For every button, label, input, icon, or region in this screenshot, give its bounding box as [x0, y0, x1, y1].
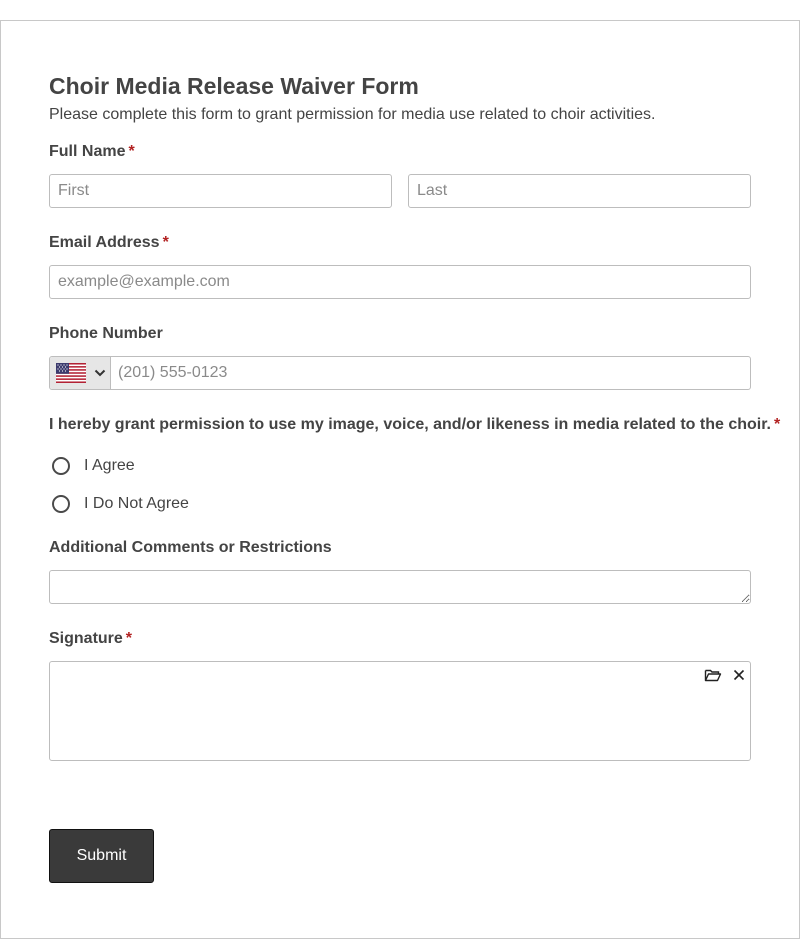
phone-input[interactable] — [110, 357, 750, 389]
email-label-text: Email Address — [49, 234, 160, 251]
phone-field — [49, 356, 751, 390]
signature-label-text: Signature — [49, 630, 123, 647]
us-flag-icon — [56, 363, 86, 383]
country-code-select[interactable] — [50, 357, 111, 389]
full-name-label: Full Name * — [49, 143, 135, 161]
permission-label-text: I hereby grant permission to use my imag… — [49, 416, 771, 433]
comments-label: Additional Comments or Restrictions — [49, 539, 332, 557]
radio-option-do-not-agree[interactable]: I Do Not Agree — [49, 492, 189, 516]
last-name-input[interactable] — [408, 174, 751, 208]
submit-button[interactable]: Submit — [49, 829, 154, 883]
radio-option-agree[interactable]: I Agree — [49, 454, 135, 478]
radio-button[interactable] — [52, 495, 70, 513]
phone-label: Phone Number — [49, 325, 163, 343]
signature-pad[interactable] — [49, 661, 751, 761]
email-label: Email Address * — [49, 234, 169, 252]
form-title: Choir Media Release Waiver Form — [49, 73, 419, 99]
form-container: Choir Media Release Waiver Form Please c… — [0, 20, 800, 939]
signature-label: Signature * — [49, 630, 132, 648]
full-name-label-text: Full Name — [49, 143, 126, 160]
radio-label: I Agree — [84, 457, 135, 474]
chevron-down-icon — [94, 369, 106, 377]
required-mark: * — [125, 630, 133, 647]
comments-label-text: Additional Comments or Restrictions — [49, 539, 332, 556]
radio-button[interactable] — [52, 457, 70, 475]
first-name-input[interactable] — [49, 174, 392, 208]
email-input[interactable] — [49, 265, 751, 299]
permission-label: I hereby grant permission to use my imag… — [49, 416, 780, 434]
form-subtitle: Please complete this form to grant permi… — [49, 106, 656, 123]
required-mark: * — [774, 416, 781, 433]
folder-open-icon[interactable] — [704, 667, 722, 683]
required-mark: * — [128, 143, 135, 160]
required-mark: * — [162, 234, 169, 251]
comments-textarea[interactable] — [49, 570, 751, 604]
radio-label: I Do Not Agree — [84, 495, 189, 512]
phone-label-text: Phone Number — [49, 325, 163, 342]
close-icon[interactable] — [730, 667, 748, 683]
